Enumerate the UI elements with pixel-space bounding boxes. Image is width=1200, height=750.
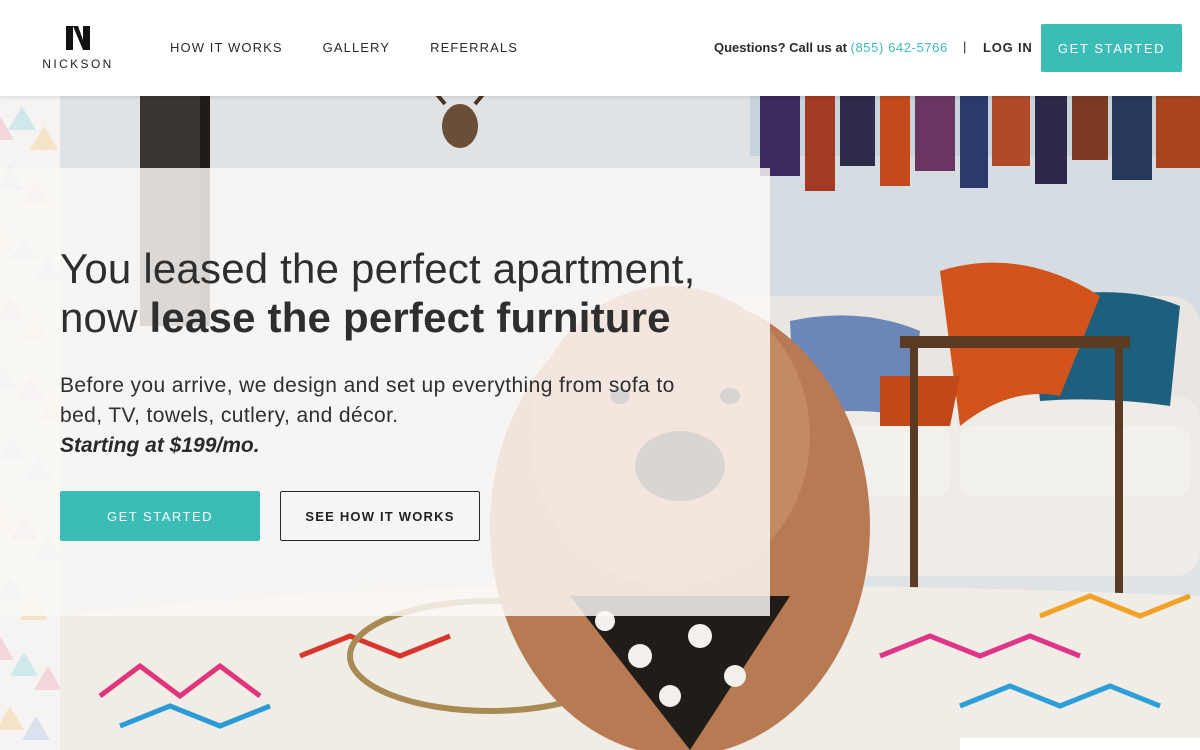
- phone-number-link[interactable]: (855) 642-5766: [851, 40, 948, 55]
- brand-logo[interactable]: NICKSON: [42, 26, 114, 72]
- hero-price: Starting at $199/mo.: [60, 434, 260, 457]
- main-nav: HOW IT WORKS GALLERY REFERRALS: [170, 40, 518, 56]
- nav-item-referrals[interactable]: REFERRALS: [430, 40, 518, 56]
- nav-item-how-it-works[interactable]: HOW IT WORKS: [170, 40, 283, 56]
- nav-item-gallery[interactable]: GALLERY: [323, 40, 390, 56]
- header-divider: |: [963, 39, 967, 54]
- hero-get-started-button[interactable]: GET STARTED: [60, 491, 260, 541]
- contact-phone: Questions? Call us at (855) 642-5766: [714, 40, 948, 56]
- login-link[interactable]: LOG IN: [983, 40, 1033, 55]
- hero-subtext: Before you arrive, we design and set up …: [60, 374, 675, 427]
- brand-wordmark: NICKSON: [42, 57, 114, 71]
- headline-bold: lease the perfect furniture: [149, 294, 671, 341]
- chat-widget-edge[interactable]: [960, 738, 1200, 750]
- hero-headline: You leased the perfect apartment, now le…: [60, 244, 760, 342]
- header-get-started-button[interactable]: GET STARTED: [1041, 24, 1182, 72]
- site-header: NICKSON HOW IT WORKS GALLERY REFERRALS Q…: [0, 0, 1200, 96]
- nickson-logo-mark-icon: [66, 26, 90, 50]
- phone-prefix: Questions? Call us at: [714, 40, 847, 55]
- see-how-it-works-button[interactable]: SEE HOW IT WORKS: [280, 491, 480, 541]
